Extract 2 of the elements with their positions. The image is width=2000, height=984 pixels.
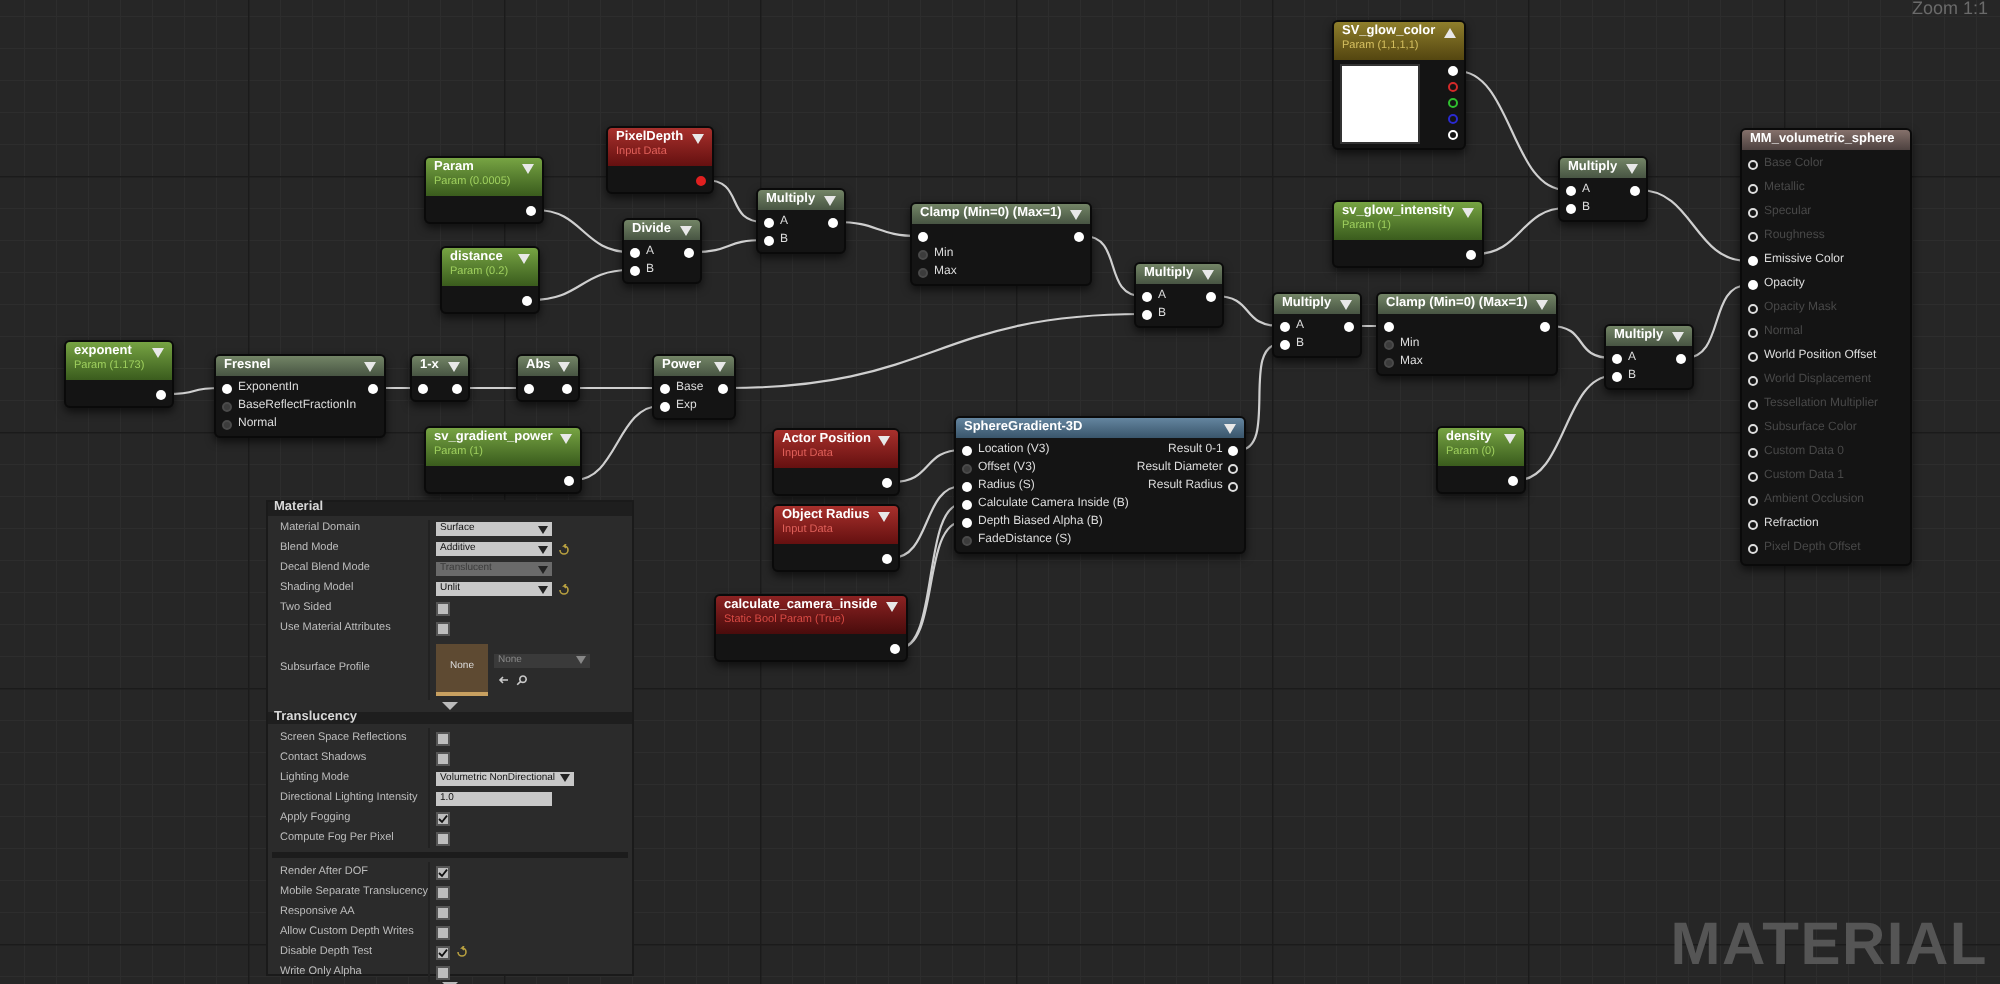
zoom-label: Zoom 1:1 bbox=[1911, 0, 1988, 22]
graph-type-label: MATERIAL bbox=[1670, 916, 1988, 976]
